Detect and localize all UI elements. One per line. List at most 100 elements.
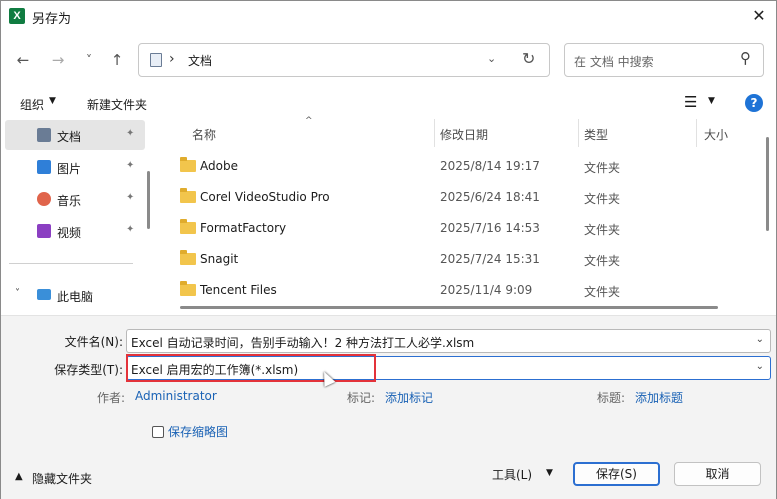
file-type: 文件夹 — [584, 223, 621, 237]
breadcrumb-chevron-icon[interactable]: › — [169, 51, 175, 67]
file-type: 文件夹 — [584, 192, 621, 206]
title-label: 标题: — [597, 391, 626, 405]
breadcrumb-documents[interactable]: 文档 — [188, 52, 212, 69]
sidebar-item-label: 文档 — [57, 130, 82, 144]
file-name: Corel VideoStudio Pro — [200, 190, 330, 204]
recent-locations-chevron-icon[interactable]: ˅ — [79, 51, 99, 69]
computer-icon — [37, 289, 51, 300]
view-options-caret-icon[interactable]: ▼ — [708, 96, 715, 106]
file-list: ^ 名称 修改日期 类型 大小 Adobe 2025/8/14 19:17 文件… — [162, 116, 774, 315]
documents-icon — [37, 128, 51, 142]
author-value[interactable]: Administrator — [135, 389, 217, 403]
pictures-icon — [37, 160, 51, 174]
filename-field[interactable]: Excel 自动记录时间，告别手动输入！2 种方法打工人必学.xlsm ⌄ — [126, 329, 771, 353]
column-divider[interactable] — [578, 119, 579, 147]
sidebar-item-label: 此电脑 — [57, 290, 94, 304]
add-tags-link[interactable]: 添加标记 — [385, 389, 433, 406]
new-folder-button[interactable]: 新建文件夹 — [87, 96, 147, 113]
file-date: 2025/7/16 14:53 — [440, 221, 540, 235]
view-options-icon[interactable]: ☰ — [684, 93, 697, 111]
file-row[interactable]: Tencent Files 2025/11/4 9:09 文件夹 — [162, 275, 702, 306]
file-type-highlight-box — [126, 354, 376, 382]
folder-icon — [180, 281, 196, 296]
chevron-down-icon[interactable]: ⌄ — [756, 361, 764, 372]
column-divider[interactable] — [434, 119, 435, 147]
window-title: 另存为 — [32, 12, 72, 27]
sidebar-item-pictures[interactable]: 图片 ✦ — [5, 152, 145, 182]
hide-folders-button[interactable]: 隐藏文件夹 — [32, 470, 92, 487]
up-arrow-icon[interactable]: ↑ — [107, 51, 127, 69]
file-row[interactable]: Snagit 2025/7/24 15:31 文件夹 — [162, 244, 702, 275]
folder-icon — [180, 250, 196, 265]
file-list-horizontal-scrollbar[interactable] — [180, 306, 718, 309]
file-type: 文件夹 — [584, 285, 621, 299]
forward-arrow-icon[interactable]: → — [48, 51, 68, 69]
file-row[interactable]: FormatFactory 2025/7/16 14:53 文件夹 — [162, 213, 702, 244]
tags-label: 标记: — [347, 391, 376, 405]
expand-chevron-icon[interactable]: ˅ — [15, 288, 20, 299]
pin-icon: ✦ — [126, 224, 135, 235]
chevron-down-icon[interactable]: ⌄ — [756, 334, 764, 345]
music-icon — [37, 192, 51, 206]
pin-icon: ✦ — [126, 160, 135, 171]
search-input[interactable]: 在 文档 中搜索 ⚲ — [564, 43, 764, 77]
file-date: 2025/8/14 19:17 — [440, 159, 540, 173]
address-dropdown-icon[interactable]: ⌄ — [487, 52, 496, 65]
sidebar-scrollbar[interactable] — [147, 171, 150, 229]
sidebar-item-label: 音乐 — [57, 194, 82, 208]
excel-icon: X — [9, 8, 25, 24]
pin-icon: ✦ — [126, 128, 135, 139]
sidebar-item-documents[interactable]: 文档 ✦ — [5, 120, 145, 150]
save-as-dialog: X 另存为 ✕ ← → ˅ ↑ › 文档 ⌄ ↻ 在 文档 中搜索 ⚲ 组织 ▼… — [0, 0, 777, 499]
search-placeholder: 在 文档 中搜索 — [574, 55, 654, 69]
folder-icon — [180, 157, 196, 172]
filename-value: Excel 自动记录时间，告别手动输入！2 种方法打工人必学.xlsm — [131, 336, 475, 350]
search-icon[interactable]: ⚲ — [740, 49, 751, 67]
organize-button[interactable]: 组织 — [20, 96, 44, 113]
sidebar-item-this-pc[interactable]: ˅ 此电脑 — [5, 280, 145, 310]
file-row[interactable]: Corel VideoStudio Pro 2025/6/24 18:41 文件… — [162, 182, 702, 213]
refresh-icon[interactable]: ↻ — [522, 49, 535, 68]
file-type: 文件夹 — [584, 161, 621, 175]
videos-icon — [37, 224, 51, 238]
add-title-link[interactable]: 添加标题 — [635, 389, 683, 406]
save-button[interactable]: 保存(S) — [573, 462, 660, 486]
cancel-button[interactable]: 取消 — [674, 462, 761, 486]
sidebar-item-videos[interactable]: 视频 ✦ — [5, 216, 145, 246]
command-toolbar: 组织 ▼ 新建文件夹 ☰ ▼ ? — [1, 87, 776, 119]
column-divider[interactable] — [696, 119, 697, 147]
tools-button[interactable]: 工具(L) — [492, 466, 532, 483]
file-name: Snagit — [200, 252, 239, 266]
column-header-name[interactable]: 名称 — [192, 126, 216, 143]
file-list-vertical-scrollbar[interactable] — [766, 137, 769, 231]
documents-icon — [150, 53, 162, 67]
sidebar-item-music[interactable]: 音乐 ✦ — [5, 184, 145, 214]
file-type: 文件夹 — [584, 254, 621, 268]
sort-ascending-icon: ^ — [305, 116, 313, 126]
address-bar[interactable]: › 文档 ⌄ ↻ — [138, 43, 550, 77]
sidebar-item-label: 视频 — [57, 226, 82, 240]
file-type-label: 保存类型(T): — [54, 363, 123, 377]
file-name: FormatFactory — [200, 221, 287, 235]
save-thumbnail-checkbox[interactable] — [152, 426, 164, 438]
save-options-panel: 文件名(N): Excel 自动记录时间，告别手动输入！2 种方法打工人必学.x… — [1, 315, 776, 499]
file-name: Tencent Files — [200, 283, 277, 297]
column-header-size[interactable]: 大小 — [704, 126, 728, 143]
back-arrow-icon[interactable]: ← — [13, 51, 33, 69]
close-icon[interactable]: ✕ — [746, 4, 772, 28]
navigation-pane: 文档 ✦ 图片 ✦ 音乐 ✦ 视频 ✦ ˅ 此电脑 — [1, 119, 153, 315]
help-icon[interactable]: ? — [745, 94, 763, 112]
file-date: 2025/11/4 9:09 — [440, 283, 533, 297]
column-header-type[interactable]: 类型 — [584, 126, 608, 143]
tools-caret-icon[interactable]: ▼ — [546, 468, 553, 478]
chevron-up-icon[interactable]: ▲ — [15, 471, 23, 482]
save-thumbnail-label[interactable]: 保存缩略图 — [168, 423, 228, 440]
organize-caret-icon[interactable]: ▼ — [49, 96, 56, 106]
author-label: 作者: — [97, 391, 126, 405]
folder-icon — [180, 188, 196, 203]
column-header-date[interactable]: 修改日期 — [440, 126, 488, 143]
file-date: 2025/7/24 15:31 — [440, 252, 540, 266]
file-row[interactable]: Adobe 2025/8/14 19:17 文件夹 — [162, 151, 702, 182]
pin-icon: ✦ — [126, 192, 135, 203]
filename-label: 文件名(N): — [64, 335, 123, 349]
